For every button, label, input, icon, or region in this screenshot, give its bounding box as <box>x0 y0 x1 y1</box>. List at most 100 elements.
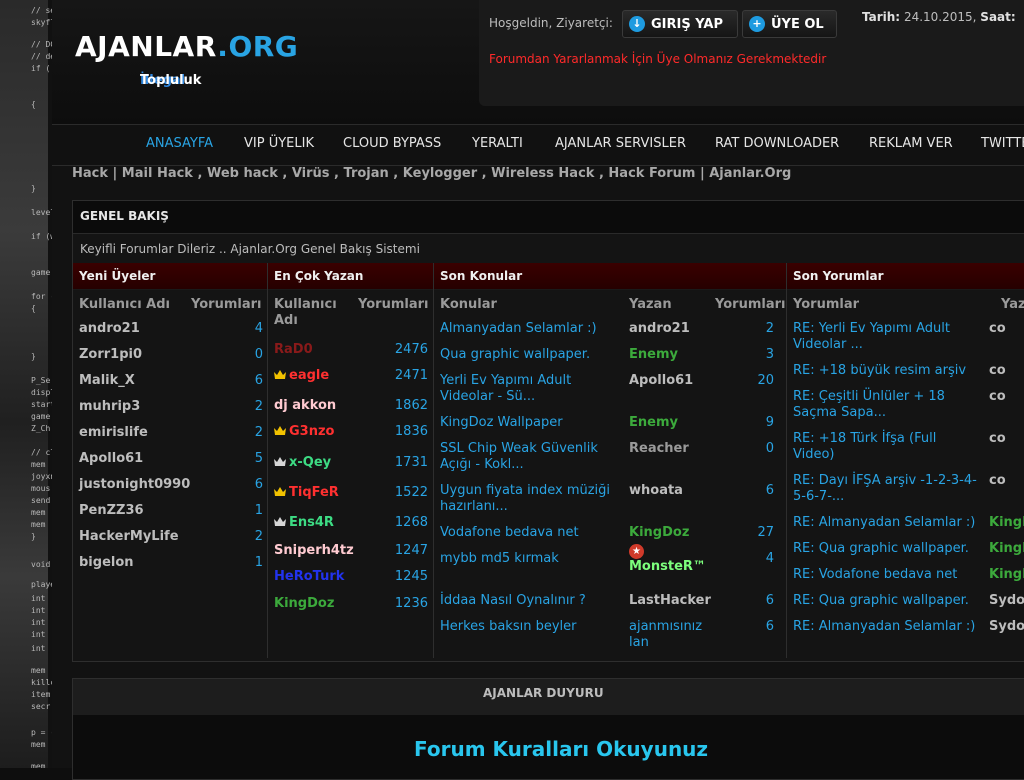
comment-author[interactable]: co <box>989 473 1006 488</box>
nav-item-advertise[interactable]: REKLAM VER <box>869 136 953 151</box>
comment-author[interactable]: co <box>989 389 1006 404</box>
topic-link[interactable]: Yerli Ev Yapımı Adult Videolar - Sü... <box>440 373 571 405</box>
comment-link[interactable]: RE: Dayı İFŞA arşiv -1-2-3-4- 5-6-7-... <box>793 473 977 505</box>
member-name[interactable]: bigelon <box>79 555 134 570</box>
member-name[interactable]: Zorr1pi0 <box>79 347 142 362</box>
topic-author[interactable]: Enemy <box>629 347 678 363</box>
comment-count[interactable]: 2 <box>255 425 263 440</box>
comment-link[interactable]: RE: Yerli Ev Yapımı Adult Videolar ... <box>793 321 950 353</box>
poster-name[interactable]: Sniperh4tz <box>274 543 354 558</box>
comment-count[interactable]: 6 <box>255 477 263 492</box>
site-logo[interactable]: AJANLAR.ORG İllegal Topluluk <box>75 30 298 88</box>
comment-count[interactable]: 9 <box>766 415 774 430</box>
topic-author[interactable]: KingDoz <box>629 525 689 541</box>
post-count[interactable]: 2471 <box>395 368 428 383</box>
post-count[interactable]: 1247 <box>395 543 428 558</box>
topic-link[interactable]: Almanyadan Selamlar :) <box>440 321 597 337</box>
post-count[interactable]: 2476 <box>395 342 428 357</box>
comment-author[interactable]: co <box>989 431 1006 446</box>
nav-item-yeralti[interactable]: YERALTI <box>472 136 523 151</box>
poster-name[interactable]: RaD0 <box>274 342 313 357</box>
comment-count[interactable]: 5 <box>255 451 263 466</box>
comment-author[interactable]: KingD <box>989 541 1024 556</box>
post-count[interactable]: 1836 <box>395 424 428 439</box>
nav-item-cloud-bypass[interactable]: CLOUD BYPASS <box>343 136 441 151</box>
topic-link[interactable]: Vodafone bedava net <box>440 525 579 541</box>
comment-count[interactable]: 6 <box>766 593 774 608</box>
login-button[interactable]: ↓ GIRIŞ YAP <box>622 10 738 38</box>
comment-link[interactable]: RE: Almanyadan Selamlar :) <box>793 515 975 531</box>
nav-item-services[interactable]: AJANLAR SERVISLER <box>555 136 686 151</box>
topic-link[interactable]: KingDoz Wallpaper <box>440 415 563 431</box>
poster-name[interactable]: TiqFeR <box>274 485 339 500</box>
topic-link[interactable]: İddaa Nasıl Oynalınır ? <box>440 593 586 609</box>
comment-count[interactable]: 0 <box>255 347 263 362</box>
member-name[interactable]: HackerMyLife <box>79 529 179 544</box>
topic-link[interactable]: Qua graphic wallpaper. <box>440 347 590 363</box>
comment-count[interactable]: 4 <box>255 321 263 336</box>
nav-item-home[interactable]: ANASAYFA <box>146 136 213 151</box>
topic-author[interactable]: Apollo61 <box>629 373 693 389</box>
comment-author[interactable]: co <box>989 321 1006 336</box>
comment-author[interactable]: Sydon <box>989 593 1024 608</box>
topic-author[interactable]: LastHacker <box>629 593 711 609</box>
comment-count[interactable]: 1 <box>255 503 263 518</box>
poster-name[interactable]: KingDoz <box>274 596 334 611</box>
post-count[interactable]: 1245 <box>395 569 428 584</box>
post-count[interactable]: 1731 <box>395 455 428 470</box>
topic-author[interactable]: Enemy <box>629 415 678 431</box>
comment-count[interactable]: 0 <box>766 441 774 456</box>
post-count[interactable]: 1236 <box>395 596 428 611</box>
post-count[interactable]: 1268 <box>395 515 428 530</box>
topic-author[interactable]: Reacher <box>629 441 689 457</box>
nav-item-vip[interactable]: VIP ÜYELIK <box>244 136 314 151</box>
topic-link[interactable]: SSL Chip Weak Güvenlik Açığı - Kokl... <box>440 441 598 473</box>
comment-link[interactable]: RE: Çeşitli Ünlüler + 18 Saçma Sapa... <box>793 389 945 421</box>
comment-link[interactable]: RE: Qua graphic wallpaper. <box>793 593 969 609</box>
poster-name[interactable]: HeRoTurk <box>274 569 344 584</box>
member-name[interactable]: Apollo61 <box>79 451 143 466</box>
comment-count[interactable]: 20 <box>757 373 774 388</box>
announcement-headline[interactable]: Forum Kuralları Okuyunuz <box>414 737 708 761</box>
member-name[interactable]: andro21 <box>79 321 140 336</box>
post-count[interactable]: 1522 <box>395 485 428 500</box>
comment-author[interactable]: co <box>989 363 1006 378</box>
post-count[interactable]: 1862 <box>395 398 428 413</box>
comment-author[interactable]: Sydon <box>989 619 1024 634</box>
comment-count[interactable]: 1 <box>255 555 263 570</box>
member-name[interactable]: PenZZ36 <box>79 503 144 518</box>
comment-link[interactable]: RE: +18 Türk İfşa (Full Video) <box>793 431 936 463</box>
comment-count[interactable]: 6 <box>255 373 263 388</box>
poster-name[interactable]: Ens4R <box>274 515 334 530</box>
comment-count[interactable]: 2 <box>255 399 263 414</box>
nav-item-twitter[interactable]: TWITTER <box>981 136 1024 151</box>
member-name[interactable]: Malik_X <box>79 373 135 388</box>
member-name[interactable]: emirislife <box>79 425 148 440</box>
topic-link[interactable]: Herkes baksın beyler <box>440 619 577 635</box>
nav-item-rat-downloader[interactable]: RAT DOWNLOADER <box>715 136 839 151</box>
poster-name[interactable]: eagle <box>274 368 329 383</box>
comment-link[interactable]: RE: Almanyadan Selamlar :) <box>793 619 975 635</box>
topic-author[interactable]: ajanmısınız lan <box>629 619 702 651</box>
topic-link[interactable]: Uygun fiyata index müziği hazırlanı... <box>440 483 610 515</box>
topic-author[interactable]: whoata <box>629 483 683 499</box>
topic-author[interactable]: andro21 <box>629 321 690 337</box>
topic-author[interactable]: ★ MonsteR™ <box>629 543 706 575</box>
comment-count[interactable]: 2 <box>766 321 774 336</box>
comment-author[interactable]: KingD <box>989 515 1024 530</box>
comment-link[interactable]: RE: Vodafone bedava net <box>793 567 957 583</box>
poster-name[interactable]: dj akkon <box>274 398 336 413</box>
comment-link[interactable]: RE: +18 büyük resim arşiv <box>793 363 966 379</box>
topic-link[interactable]: mybb md5 kırmak <box>440 551 559 567</box>
poster-name[interactable]: x-Qey <box>274 455 331 470</box>
comment-author[interactable]: KingD <box>989 567 1024 582</box>
member-name[interactable]: justonight0990 <box>79 477 190 492</box>
comment-count[interactable]: 27 <box>757 525 774 540</box>
comment-link[interactable]: RE: Qua graphic wallpaper. <box>793 541 969 557</box>
member-name[interactable]: muhrip3 <box>79 399 140 414</box>
comment-count[interactable]: 6 <box>766 619 774 634</box>
comment-count[interactable]: 2 <box>255 529 263 544</box>
comment-count[interactable]: 4 <box>766 551 774 566</box>
comment-count[interactable]: 6 <box>766 483 774 498</box>
poster-name[interactable]: G3nzo <box>274 424 334 439</box>
